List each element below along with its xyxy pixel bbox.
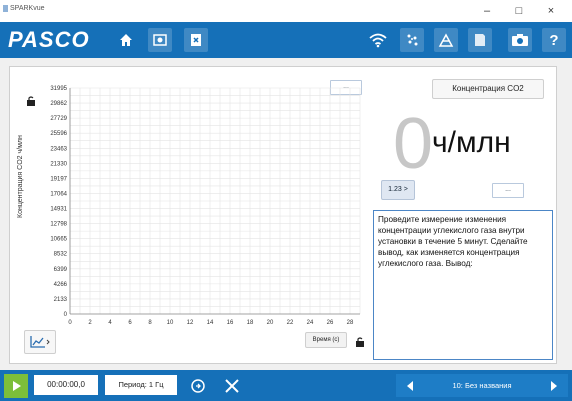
- camera-capture-icon[interactable]: [148, 28, 172, 52]
- y-tick-label: 17064: [50, 191, 67, 197]
- instruction-text-box[interactable]: Проведите измерение изменения концентрац…: [373, 210, 553, 360]
- co2-chart[interactable]: 0213342666399853210665127981493117064191…: [30, 82, 366, 332]
- x-tick-label: 0: [68, 320, 72, 326]
- next-page-icon[interactable]: [548, 379, 560, 397]
- export-icon[interactable]: [184, 28, 208, 52]
- sampling-mode-icon[interactable]: [186, 374, 210, 398]
- minimize-button[interactable]: –: [474, 2, 500, 20]
- x-tick-label: 14: [207, 320, 214, 326]
- x-tick-label: 10: [167, 320, 174, 326]
- y-tick-label: 12798: [50, 222, 67, 228]
- y-tick-label: 27729: [50, 116, 67, 122]
- y-tick-label: 25596: [50, 131, 67, 137]
- calibrate-icon[interactable]: [434, 28, 458, 52]
- measurement-title-button[interactable]: Концентрация CO2: [432, 79, 544, 99]
- x-tick-label: 24: [307, 320, 314, 326]
- x-tick-label: 12: [187, 320, 194, 326]
- window-title: SPARKvue: [10, 5, 45, 12]
- x-axis-label-button[interactable]: Время (с): [305, 332, 347, 348]
- number-format-button[interactable]: 1.23 >: [381, 180, 415, 200]
- x-tick-label: 16: [227, 320, 234, 326]
- snapshot-icon[interactable]: [508, 28, 532, 52]
- y-tick-label: 10665: [50, 237, 67, 243]
- x-tick-label: 6: [128, 320, 132, 326]
- instruction-text: Проведите измерение изменения концентрац…: [378, 215, 528, 268]
- elapsed-time: 00:00:00,0: [34, 375, 98, 395]
- app-icon: [3, 5, 8, 12]
- y-tick-label: 6399: [54, 267, 68, 273]
- graph-tools-icon: [30, 336, 50, 348]
- y-tick-label: 19197: [50, 176, 67, 182]
- x-tick-label: 18: [247, 320, 254, 326]
- x-tick-label: 8: [148, 320, 152, 326]
- y-tick-label: 2133: [54, 297, 68, 303]
- digits-value: 0: [393, 104, 434, 184]
- start-recording-button[interactable]: [4, 374, 28, 398]
- y-tick-label: 31995: [50, 86, 67, 92]
- digits-unit: ч/млн: [432, 126, 511, 159]
- x-axis-lock-icon[interactable]: [355, 334, 365, 352]
- window-titlebar: SPARKvue – □ ×: [0, 0, 572, 23]
- y-tick-label: 29862: [50, 101, 67, 107]
- page-navigator: 10: Без названия: [396, 374, 568, 397]
- x-tick-label: 28: [347, 320, 354, 326]
- y-tick-label: 14931: [50, 207, 67, 213]
- maximize-button[interactable]: □: [506, 2, 532, 20]
- page-title[interactable]: 10: Без названия: [426, 374, 538, 397]
- x-tick-label: 4: [108, 320, 112, 326]
- x-tick-label: 2: [88, 320, 92, 326]
- x-tick-label: 20: [267, 320, 274, 326]
- y-axis-label: Концентрация CO2 ч/млн: [17, 135, 24, 218]
- sensor-dots-icon[interactable]: [400, 28, 424, 52]
- close-button[interactable]: ×: [538, 2, 564, 20]
- y-tick-label: 23463: [50, 146, 67, 152]
- home-icon[interactable]: [114, 28, 138, 52]
- main-toolbar: PASCO ?: [0, 22, 572, 58]
- wifi-icon[interactable]: [366, 28, 390, 52]
- y-tick-label: 8532: [54, 252, 68, 258]
- pasco-logo: PASCO: [8, 27, 90, 52]
- y-tick-label: 21330: [50, 161, 67, 167]
- digits-options-button[interactable]: ...: [492, 183, 524, 198]
- y-tick-label: 4266: [54, 282, 68, 288]
- journal-icon[interactable]: [468, 28, 492, 52]
- previous-page-icon[interactable]: [404, 379, 416, 397]
- graph-tools-button[interactable]: [24, 330, 56, 354]
- play-icon: [13, 381, 21, 391]
- help-icon[interactable]: ?: [542, 28, 566, 52]
- x-tick-label: 22: [287, 320, 294, 326]
- x-tick-label: 26: [327, 320, 334, 326]
- y-tick-label: 0: [64, 312, 68, 318]
- tools-icon[interactable]: [220, 374, 244, 398]
- sampling-period-button[interactable]: Период: 1 Гц: [105, 375, 177, 395]
